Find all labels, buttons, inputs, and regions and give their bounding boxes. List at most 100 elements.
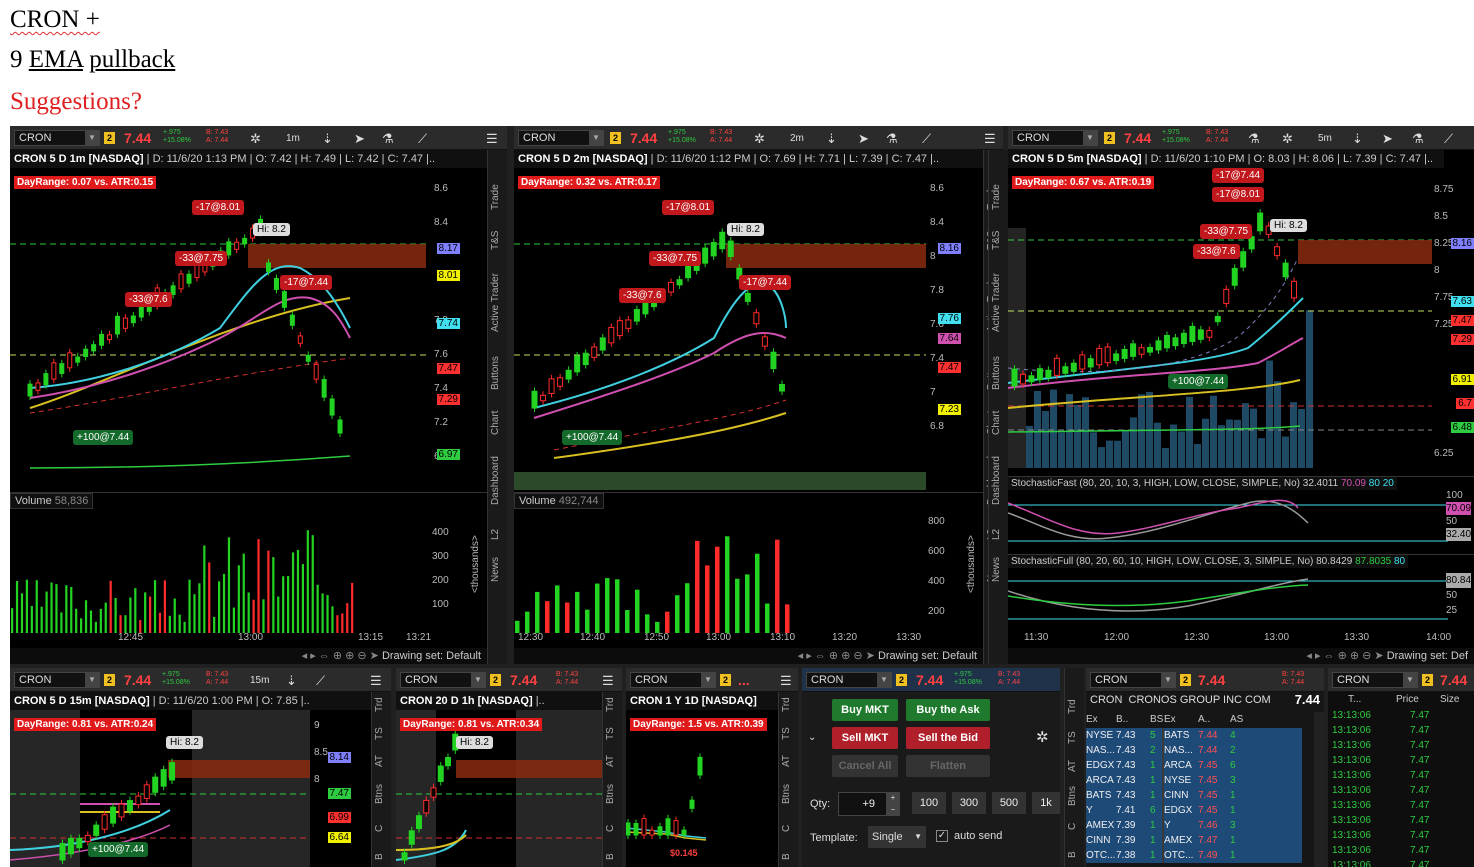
tab-book[interactable]: B — [781, 853, 792, 860]
tab-buttons[interactable]: Btns — [374, 784, 385, 804]
tab-trade[interactable]: Trade — [490, 184, 501, 210]
tab-buttons[interactable]: Btns — [605, 784, 616, 804]
flatten-button[interactable]: Flatten — [906, 755, 990, 777]
tab-news[interactable]: News — [991, 557, 1002, 582]
gear-icon[interactable]: ✲ — [754, 131, 765, 147]
timeframe-selector[interactable]: 5m — [1318, 133, 1332, 144]
menu-icon[interactable]: ☰ — [780, 673, 792, 689]
flask-icon[interactable]: ⚗ — [1248, 131, 1260, 147]
cursor-icon[interactable]: ➤ — [354, 131, 365, 147]
timeframe-selector[interactable]: 1m — [286, 133, 300, 144]
qty-preset-500[interactable]: 500 — [992, 792, 1026, 814]
cancel-all-button[interactable]: Cancel All — [832, 755, 898, 777]
tab-dashboard[interactable]: Dashboard — [490, 456, 501, 505]
tab-active-trader[interactable]: AT — [374, 755, 385, 767]
zoom-controls-icon[interactable]: ◂ ▸ ⇔ ⊕ ⊕ ⊖ ➤ — [798, 650, 878, 662]
tab-chart[interactable]: Chart — [991, 411, 1002, 435]
tab-active-trader[interactable]: Active Trader — [991, 273, 1002, 332]
tab-time-and-sales[interactable]: TS — [605, 727, 616, 740]
level2-row[interactable]: NYSE 7.43 5 BATS 7.44 4 — [1086, 728, 1302, 743]
tab-news[interactable]: News — [490, 557, 501, 582]
zoom-controls-icon[interactable]: ◂ ▸ ⇔ ⊕ ⊕ ⊖ ➤ — [1306, 650, 1386, 662]
drawing-icon[interactable]: ⟋ — [1444, 131, 1453, 147]
buy-market-button[interactable]: Buy MKT — [832, 699, 898, 721]
price-chart-5m[interactable] — [1008, 168, 1432, 473]
link-group-badge[interactable]: 2 — [104, 132, 115, 144]
cursor-icon[interactable]: ➤ — [858, 131, 869, 147]
qty-preset-300[interactable]: 300 — [952, 792, 986, 814]
drawing-icon[interactable]: ⟋ — [316, 673, 325, 689]
timeframe-selector[interactable]: 15m — [250, 675, 269, 686]
level2-row[interactable]: CINN 7.39 1 AMEX 7.47 1 — [1086, 833, 1302, 848]
price-chart-1d[interactable] — [626, 710, 778, 867]
chevron-down-icon[interactable]: ▼ — [701, 673, 715, 687]
gear-icon[interactable]: ✲ — [250, 131, 261, 147]
tab-book[interactable]: B — [374, 853, 385, 860]
tab-trade[interactable]: Trd — [374, 697, 385, 712]
tab-time-and-sales[interactable]: T&S — [991, 231, 1002, 250]
level2-row[interactable]: AMEX 7.39 1 Y 7.46 3 — [1086, 818, 1302, 833]
tab-time-and-sales[interactable]: TS — [374, 727, 385, 740]
tab-trade[interactable]: Trd — [605, 697, 616, 712]
flask-icon[interactable]: ⚗ — [382, 131, 394, 147]
compare-icon[interactable]: ⇣ — [322, 131, 333, 147]
timeframe-selector[interactable]: 2m — [790, 133, 804, 144]
tab-book[interactable]: B — [1067, 851, 1078, 858]
tab-chart[interactable]: C — [605, 825, 616, 832]
chevron-down-icon[interactable]: ▼ — [1161, 673, 1175, 687]
link-group-badge[interactable]: 2 — [1422, 674, 1433, 686]
tab-active-trader[interactable]: AT — [1067, 760, 1078, 772]
link-group-badge[interactable]: 2 — [104, 674, 115, 686]
flask-icon[interactable]: ⚗ — [1412, 131, 1424, 147]
flask-icon[interactable]: ⚗ — [886, 131, 898, 147]
chevron-down-icon[interactable]: ▼ — [471, 673, 485, 687]
symbol-selector[interactable]: CRON ▼ — [1090, 672, 1176, 688]
buy-ask-button[interactable]: Buy the Ask — [906, 699, 990, 721]
chevron-down-icon[interactable]: ▼ — [1083, 131, 1097, 145]
level2-row[interactable]: BATS 7.43 1 CINN 7.45 1 — [1086, 788, 1302, 803]
menu-icon[interactable]: ☰ — [984, 131, 996, 147]
tab-chart[interactable]: Chart — [490, 411, 501, 435]
tab-time-and-sales[interactable]: T&S — [490, 231, 501, 250]
gear-icon[interactable]: ✲ — [1282, 131, 1293, 147]
chevron-down-icon[interactable]: ▼ — [1403, 673, 1417, 687]
tab-active-trader[interactable]: AT — [781, 755, 792, 767]
gear-icon[interactable]: ✲ — [1036, 728, 1049, 746]
price-chart-1h[interactable] — [396, 710, 602, 867]
qty-preset-1k[interactable]: 1k — [1032, 792, 1060, 814]
tab-buttons[interactable]: Buttons — [991, 356, 1002, 390]
sell-bid-button[interactable]: Sell the Bid — [906, 727, 990, 749]
drawing-set-selector[interactable]: Drawing set: Def — [1387, 650, 1468, 662]
level2-row[interactable]: NAS... 7.43 2 NAS... 7.44 2 — [1086, 743, 1302, 758]
level2-row[interactable]: Y 7.41 6 EDGX 7.45 1 — [1086, 803, 1302, 818]
chevron-down-icon[interactable]: ▼ — [85, 131, 99, 145]
tab-chart[interactable]: C — [1067, 823, 1078, 830]
tab-buttons[interactable]: Btns — [781, 784, 792, 804]
symbol-selector[interactable]: CRON ▼ — [806, 672, 892, 688]
chevron-down-icon[interactable]: ▼ — [589, 131, 603, 145]
tab-trade[interactable]: Trd — [781, 697, 792, 712]
tab-time-and-sales[interactable]: TS — [781, 727, 792, 740]
chevron-down-icon[interactable]: ▼ — [85, 673, 99, 687]
tab-chart[interactable]: C — [374, 825, 385, 832]
compare-icon[interactable]: ⇣ — [286, 673, 297, 689]
symbol-selector[interactable]: CRON ▼ — [14, 130, 100, 146]
link-group-badge[interactable]: 2 — [1180, 674, 1191, 686]
drawing-set-selector[interactable]: Drawing set: Default — [382, 650, 481, 662]
tab-active-trader[interactable]: Active Trader — [490, 273, 501, 332]
tab-active-trader[interactable]: AT — [605, 755, 616, 767]
tab-dashboard[interactable]: Dashboard — [991, 456, 1002, 505]
drawing-icon[interactable]: ⟋ — [418, 131, 427, 147]
menu-icon[interactable]: ☰ — [370, 673, 382, 689]
tab-buttons[interactable]: Btns — [1067, 786, 1078, 806]
compare-icon[interactable]: ⇣ — [1352, 131, 1363, 147]
collapse-chevron-icon[interactable]: ⌄ — [808, 732, 816, 743]
level2-row[interactable]: ARCA 7.43 1 NYSE 7.45 3 — [1086, 773, 1302, 788]
zoom-controls-icon[interactable]: ◂ ▸ ⇔ ⊕ ⊕ ⊖ ➤ — [302, 650, 382, 662]
symbol-selector[interactable]: CRON ▼ — [14, 672, 100, 688]
template-select[interactable]: Single ▼ — [868, 826, 926, 848]
sell-market-button[interactable]: Sell MKT — [832, 727, 898, 749]
level2-row[interactable]: EDGX 7.43 1 ARCA 7.45 6 — [1086, 758, 1302, 773]
tab-book[interactable]: B — [605, 853, 616, 860]
price-chart-15m[interactable] — [10, 710, 310, 867]
